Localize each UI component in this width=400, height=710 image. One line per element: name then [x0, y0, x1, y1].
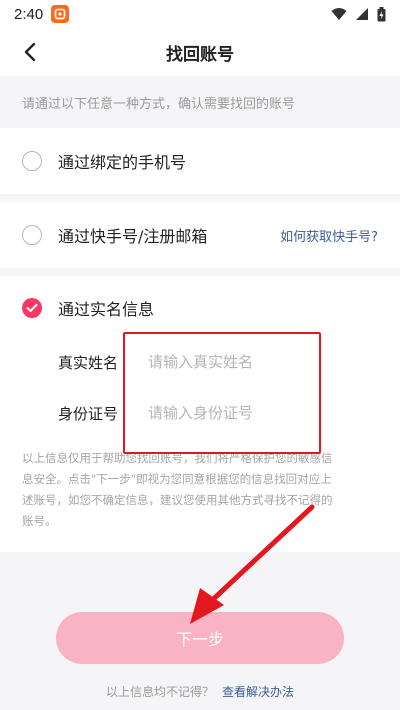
- privacy-notice: 以上信息仅用于帮助您找回账号，我们将严格保护您的敏感信 息安全。点击"下一步"即…: [22, 448, 380, 532]
- notice-line: 息安全。点击"下一步"即视为您同意根据您的信息找回对应上: [22, 472, 332, 486]
- option-phone-label: 通过绑定的手机号: [58, 153, 187, 172]
- footer-text: 以上信息均不记得？: [105, 684, 214, 699]
- option-kuaishou-id-label: 通过快手号/注册邮箱: [58, 227, 208, 246]
- status-icons: [331, 6, 386, 22]
- signal-icon: [356, 8, 368, 20]
- how-to-get-id-link[interactable]: 如何获取快手号?: [280, 226, 378, 245]
- real-name-row: 真实姓名: [0, 337, 400, 387]
- chevron-left-icon: [24, 42, 36, 62]
- back-button[interactable]: [16, 38, 44, 66]
- wifi-icon: [331, 8, 347, 20]
- next-step-button[interactable]: 下一步: [56, 612, 344, 664]
- page-title: 找回账号: [166, 44, 234, 65]
- nav-bar: 找回账号: [0, 28, 400, 76]
- option-kuaishou-id[interactable]: 通过快手号/注册邮箱 如何获取快手号?: [0, 202, 400, 268]
- radio-kuaishou-id[interactable]: [22, 225, 42, 245]
- notice-line: 以上信息仅用于帮助您找回账号，我们将严格保护您的敏感信: [22, 451, 333, 465]
- status-bar: 2:40: [0, 0, 400, 28]
- real-name-label: 真实姓名: [58, 353, 119, 372]
- instruction-hint: 请通过以下任意一种方式，确认需要找回的账号: [22, 96, 296, 112]
- real-name-input[interactable]: [148, 353, 348, 371]
- id-number-input[interactable]: [148, 404, 348, 422]
- status-time: 2:40: [14, 5, 44, 23]
- notice-line: 账号。: [22, 514, 57, 528]
- checkmark-icon: [26, 303, 38, 312]
- id-number-row: 身份证号: [0, 388, 400, 438]
- radio-real-name[interactable]: [22, 298, 42, 318]
- radio-phone[interactable]: [22, 151, 42, 171]
- id-number-label: 身份证号: [58, 404, 119, 423]
- solution-link[interactable]: 查看解决办法: [222, 683, 294, 700]
- option-phone[interactable]: 通过绑定的手机号: [0, 128, 400, 194]
- battery-icon: [377, 6, 386, 21]
- footer: 以上信息均不记得？ 查看解决办法: [0, 680, 400, 702]
- notice-line: 述账号，如您不确定信息，建议您使用其他方式寻找不记得的: [22, 493, 333, 507]
- option-real-name-label: 通过实名信息: [58, 300, 155, 319]
- app-badge-icon: [51, 5, 70, 23]
